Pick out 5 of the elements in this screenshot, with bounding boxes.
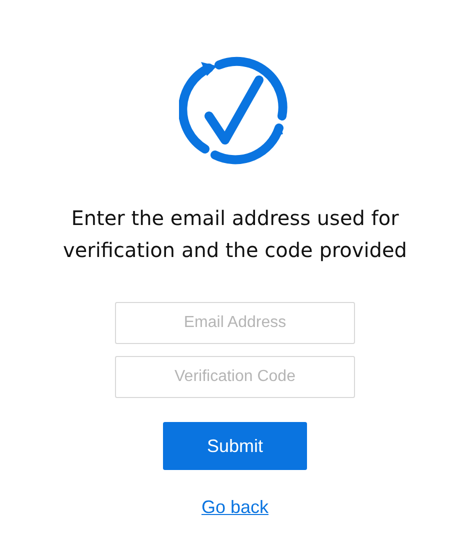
back-link[interactable]: Go back [201,497,269,518]
submit-button[interactable]: Submit [163,422,307,470]
heading: Enter the email address used for verification and the code provided [62,205,408,264]
input-field[interactable]: Email Address [115,302,355,344]
input-field[interactable]: Verification Code [115,356,355,398]
